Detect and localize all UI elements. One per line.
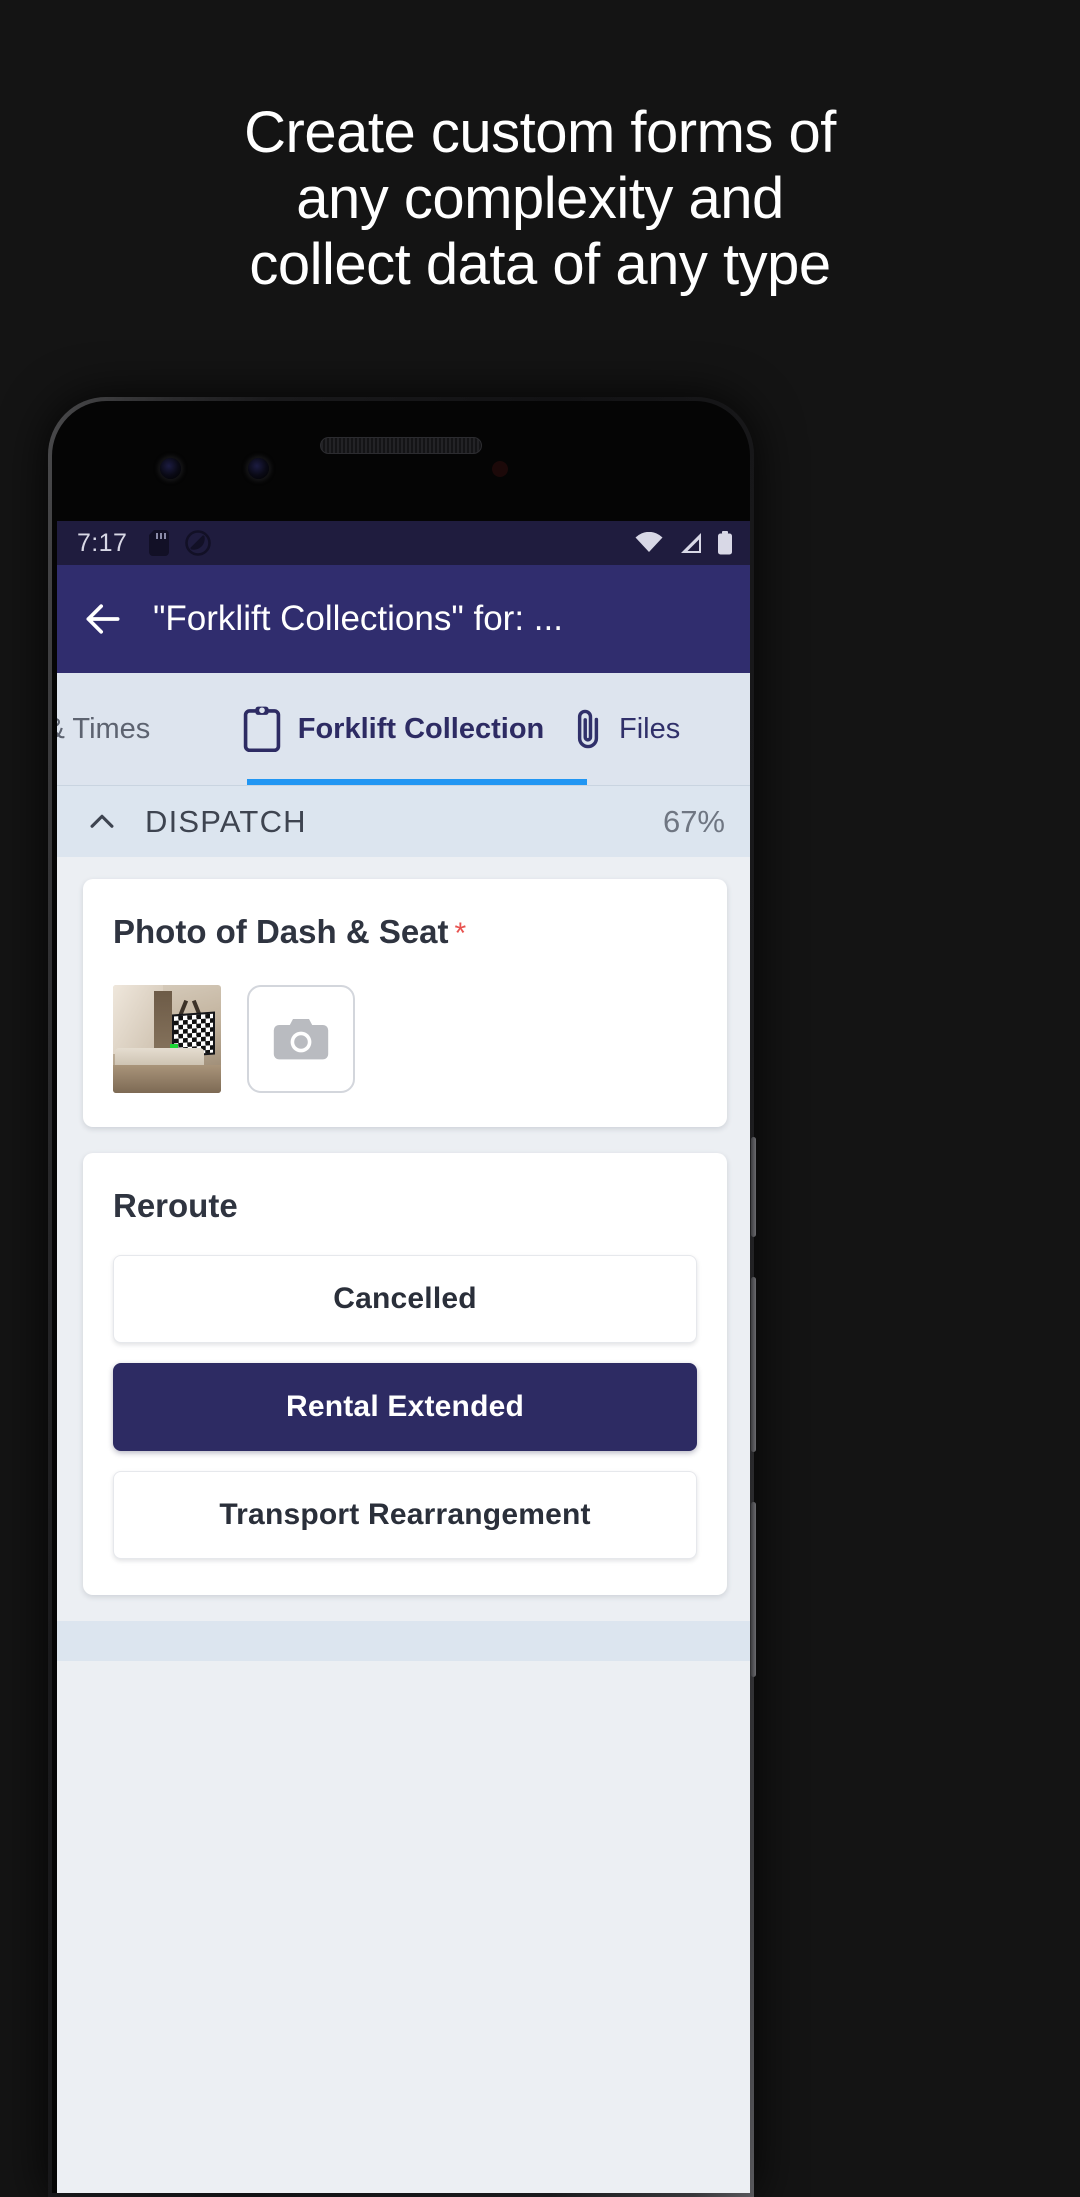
tab-files[interactable]: Files bbox=[573, 673, 750, 785]
status-right-icons bbox=[635, 531, 733, 555]
page-title: "Forklift Collections" for: ... bbox=[153, 599, 563, 638]
photo-field-card: Photo of Dash & Seat * bbox=[83, 879, 727, 1127]
form-body: Photo of Dash & Seat * Reroute Cancelled… bbox=[57, 857, 750, 1661]
status-bar: 7:17 bbox=[57, 521, 750, 565]
earpiece-speaker-icon bbox=[320, 437, 482, 454]
sd-card-icon bbox=[149, 530, 170, 556]
do-not-disturb-icon bbox=[185, 530, 212, 556]
phone-bezel: 7:17 "Forklift Collections" for: ... Tim… bbox=[52, 401, 750, 2193]
paperclip-icon bbox=[577, 709, 599, 749]
photo-thumbnail[interactable] bbox=[113, 985, 221, 1093]
phone-screen: 7:17 "Forklift Collections" for: ... Tim… bbox=[57, 521, 750, 2193]
headline-line-2: any complexity and bbox=[296, 166, 784, 231]
headline-line-1: Create custom forms of bbox=[244, 100, 836, 165]
proximity-sensor-icon bbox=[248, 458, 269, 479]
reroute-option-transport-rearrangement-label: Transport Rearrangement bbox=[219, 1498, 591, 1531]
reroute-option-transport-rearrangement[interactable]: Transport Rearrangement bbox=[113, 1471, 697, 1559]
battery-icon bbox=[718, 531, 732, 555]
camera-icon bbox=[273, 1019, 329, 1060]
phone-side-button-3 bbox=[751, 1502, 756, 1677]
required-asterisk: * bbox=[454, 917, 467, 950]
tab-forklift-collection[interactable]: Forklift Collection bbox=[213, 673, 573, 785]
status-left-icons bbox=[149, 530, 212, 556]
section-progress: 67% bbox=[662, 803, 725, 839]
tab-active-indicator bbox=[247, 779, 587, 785]
promo-headline: Create custom forms of any complexity an… bbox=[0, 100, 1080, 298]
clipboard-icon bbox=[243, 706, 280, 752]
reroute-field-card: Reroute Cancelled Rental Extended Transp… bbox=[83, 1153, 727, 1595]
back-arrow-icon[interactable] bbox=[81, 597, 125, 641]
section-title: DISPATCH bbox=[145, 803, 307, 839]
chevron-up-icon[interactable] bbox=[85, 805, 119, 839]
tab-files-label: Files bbox=[619, 712, 681, 745]
reroute-option-rental-extended-label: Rental Extended bbox=[285, 1390, 525, 1423]
add-photo-button[interactable] bbox=[247, 985, 355, 1093]
phone-side-button-1 bbox=[751, 1137, 756, 1237]
section-header-dispatch[interactable]: DISPATCH 67% bbox=[57, 785, 750, 857]
tab-dates-times-label: s & Times bbox=[57, 712, 151, 745]
phone-mockup: 7:17 "Forklift Collections" for: ... Tim… bbox=[48, 397, 756, 2197]
phone-side-button-2 bbox=[751, 1277, 756, 1452]
reroute-option-cancelled[interactable]: Cancelled bbox=[113, 1255, 697, 1343]
tab-forklift-collection-label: Forklift Collection bbox=[297, 712, 545, 745]
cell-signal-icon bbox=[681, 533, 701, 553]
photo-field-label-text: Photo of Dash & Seat bbox=[113, 913, 449, 950]
headline-line-3: collect data of any type bbox=[249, 232, 831, 297]
reroute-field-label: Reroute bbox=[113, 1187, 238, 1224]
bottom-strip bbox=[57, 1621, 750, 1661]
wifi-icon bbox=[635, 532, 663, 552]
photo-field-label: Photo of Dash & Seat * bbox=[113, 913, 697, 951]
reroute-option-rental-extended[interactable]: Rental Extended bbox=[113, 1363, 697, 1451]
front-camera-icon bbox=[160, 458, 181, 479]
app-bar: "Forklift Collections" for: ... bbox=[57, 565, 750, 673]
tab-dates-times[interactable]: s & Times bbox=[57, 673, 213, 785]
status-time: 7:17 bbox=[77, 528, 128, 557]
reroute-option-cancelled-label: Cancelled bbox=[333, 1282, 477, 1315]
ir-sensor-icon bbox=[492, 461, 508, 477]
tab-bar: s & Times Forklift Collection Files bbox=[57, 673, 750, 785]
photo-row bbox=[113, 985, 697, 1093]
